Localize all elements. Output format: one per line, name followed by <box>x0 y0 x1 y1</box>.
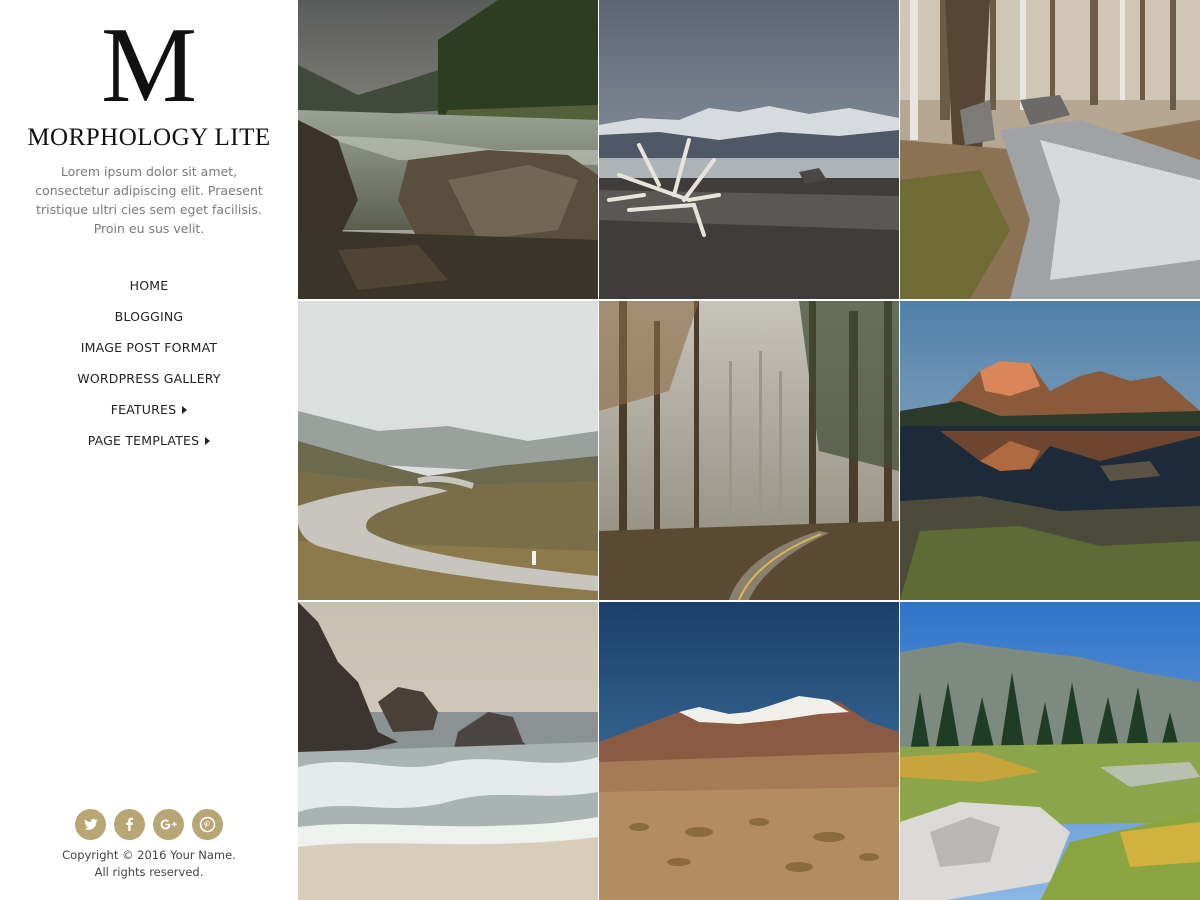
pinterest-button[interactable] <box>192 809 223 840</box>
photo-gallery <box>298 0 1200 900</box>
rights-line: All rights reserved. <box>94 865 204 879</box>
nav-item-features[interactable]: FEATURES <box>0 399 298 430</box>
nav-item-wordpress-gallery[interactable]: WORDPRESS GALLERY <box>0 368 298 399</box>
sea-stacks-photo <box>298 602 598 900</box>
sidebar: M MORPHOLOGY LITE Lorem ipsum dolor sit … <box>0 0 298 900</box>
caret-right-icon <box>182 406 188 414</box>
gallery-tile-river[interactable] <box>298 0 598 299</box>
facebook-icon <box>126 817 133 831</box>
gallery-tile-meadow[interactable] <box>900 602 1200 900</box>
google-plus-icon <box>160 819 177 830</box>
site-logo[interactable]: M <box>0 12 298 120</box>
nav-item-label: FEATURES <box>110 402 177 417</box>
volcano-photo <box>599 602 899 900</box>
gallery-tile-sea-stacks[interactable] <box>298 602 598 900</box>
nav-item-label: WORDPRESS GALLERY <box>77 371 221 386</box>
caret-right-icon <box>205 437 211 445</box>
nav-item-label: BLOGGING <box>114 309 184 324</box>
mountain-lake-photo <box>900 301 1200 600</box>
nav-item-label: PAGE TEMPLATES <box>87 433 200 448</box>
google-plus-button[interactable] <box>153 809 184 840</box>
forest-stream-photo <box>900 0 1200 299</box>
river-photo <box>298 0 598 299</box>
twitter-button[interactable] <box>75 809 106 840</box>
gallery-tile-lakeshore[interactable] <box>599 0 899 299</box>
winding-road-photo <box>298 301 598 600</box>
gallery-tile-volcano[interactable] <box>599 602 899 900</box>
gallery-tile-mountain-lake[interactable] <box>900 301 1200 600</box>
copyright-line: Copyright © 2016 Your Name. <box>62 848 236 862</box>
gallery-tile-foggy-forest[interactable] <box>599 301 899 600</box>
nav-item-label: HOME <box>129 278 169 293</box>
lakeshore-photo <box>599 0 899 299</box>
social-links <box>0 809 298 840</box>
gallery-tile-winding-road[interactable] <box>298 301 598 600</box>
nav-item-page-templates[interactable]: PAGE TEMPLATES <box>0 430 298 461</box>
foggy-forest-photo <box>599 301 899 600</box>
nav-item-label: IMAGE POST FORMAT <box>80 340 218 355</box>
nav-item-blogging[interactable]: BLOGGING <box>0 306 298 337</box>
twitter-icon <box>84 818 98 830</box>
pinterest-icon <box>199 816 216 833</box>
gallery-tile-forest-stream[interactable] <box>900 0 1200 299</box>
nav-item-home[interactable]: HOME <box>0 275 298 306</box>
main-navigation: HOME BLOGGING IMAGE POST FORMAT WORDPRES… <box>0 275 298 461</box>
site-tagline: Lorem ipsum dolor sit amet, consectetur … <box>35 164 263 236</box>
meadow-photo <box>900 602 1200 900</box>
site-title[interactable]: MORPHOLOGY LITE <box>0 124 298 152</box>
nav-item-image-post-format[interactable]: IMAGE POST FORMAT <box>0 337 298 368</box>
copyright: Copyright © 2016 Your Name. All rights r… <box>0 847 298 881</box>
facebook-button[interactable] <box>114 809 145 840</box>
